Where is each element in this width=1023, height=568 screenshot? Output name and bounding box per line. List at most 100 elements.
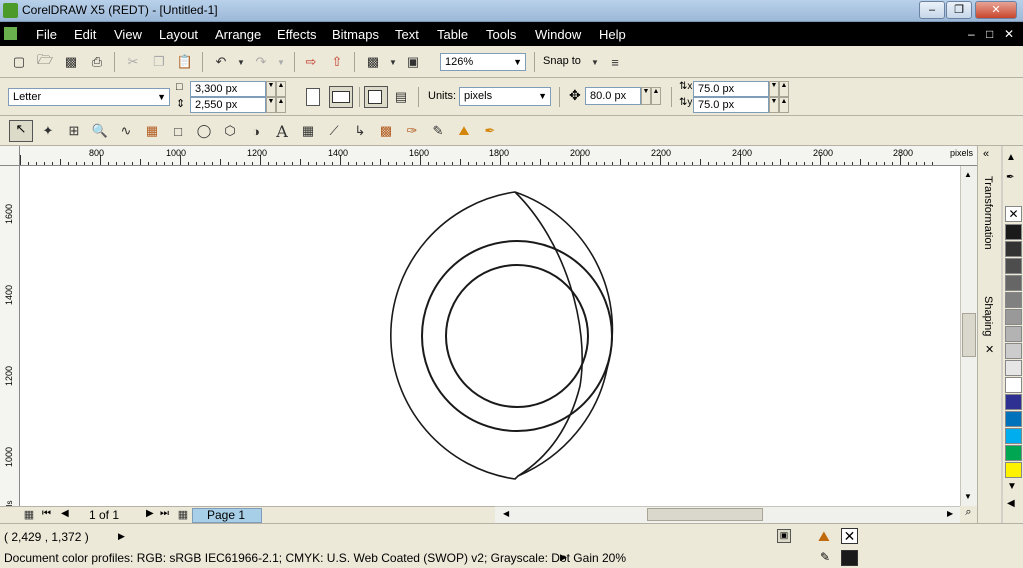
- height-spin-up[interactable]: ▲: [276, 97, 286, 113]
- palette-swatch[interactable]: [1005, 241, 1022, 257]
- nudge-spin-down[interactable]: ▼: [641, 87, 651, 105]
- nudge-distance-input[interactable]: 80.0 px: [585, 87, 641, 105]
- welcome-screen-icon[interactable]: ▣: [404, 53, 422, 71]
- crescent-inner-curve[interactable]: [514, 191, 583, 477]
- palette-scroll-down-icon[interactable]: ▼: [1007, 481, 1017, 492]
- tab-transformation[interactable]: Transformation: [982, 176, 994, 250]
- redo-icon[interactable]: ↷: [252, 53, 270, 71]
- palette-swatch[interactable]: [1005, 309, 1022, 325]
- vertical-ruler[interactable]: 1600 1400 1200 1000 pixels: [0, 166, 20, 521]
- units-select[interactable]: pixels ▼: [459, 87, 551, 106]
- freehand-tool-icon[interactable]: ∿: [117, 122, 135, 140]
- menu-table[interactable]: Table: [437, 27, 468, 42]
- export-icon[interactable]: ⇧: [328, 53, 346, 71]
- menu-window[interactable]: Window: [535, 27, 581, 42]
- cut-icon[interactable]: ✂: [124, 53, 142, 71]
- snap-dropdown-icon[interactable]: ▼: [586, 53, 604, 71]
- current-page-icon[interactable]: ▤: [392, 88, 410, 106]
- palette-swatch[interactable]: [1005, 224, 1022, 240]
- outline-pen-tool-icon[interactable]: ✎: [429, 122, 447, 140]
- close-docker-icon[interactable]: ✕: [985, 343, 994, 356]
- pick-tool-icon[interactable]: ↖: [9, 120, 33, 142]
- scroll-up-icon[interactable]: ▲: [964, 170, 972, 179]
- menu-text[interactable]: Text: [395, 27, 419, 42]
- outer-crescent-shape[interactable]: [390, 191, 614, 480]
- redo-dropdown-icon[interactable]: ▼: [272, 53, 290, 71]
- launcher-dropdown-icon[interactable]: ▼: [384, 53, 402, 71]
- ruler-origin-corner[interactable]: [0, 146, 20, 166]
- duplicate-distance-x-input[interactable]: 75.0 px: [693, 81, 769, 97]
- dimension-tool-icon[interactable]: ⟋: [325, 122, 343, 140]
- color-proofing-icon[interactable]: ▣: [777, 529, 791, 543]
- menu-help[interactable]: Help: [599, 27, 626, 42]
- profile-expand-icon[interactable]: ▶: [560, 552, 567, 563]
- fill-color-swatch[interactable]: ✕: [841, 528, 858, 544]
- palette-expand-icon[interactable]: ◀: [1007, 498, 1015, 509]
- scroll-right-icon[interactable]: ▶: [947, 509, 953, 518]
- menu-view[interactable]: View: [114, 27, 142, 42]
- scroll-left-icon[interactable]: ◀: [503, 509, 509, 518]
- tab-shaping[interactable]: Shaping: [982, 296, 994, 336]
- all-pages-button[interactable]: [364, 86, 388, 108]
- ellipse-tool-icon[interactable]: ◯: [195, 122, 213, 140]
- doc-restore-button[interactable]: □: [986, 27, 993, 41]
- menu-edit[interactable]: Edit: [74, 27, 96, 42]
- horizontal-scrollbar[interactable]: ◀ ▶: [495, 506, 960, 523]
- blend-tool-icon[interactable]: ▩: [377, 122, 395, 140]
- tab-page-1[interactable]: Page 1: [192, 508, 262, 523]
- previous-page-icon[interactable]: ◀: [61, 508, 69, 519]
- shape-tool-icon[interactable]: ✦: [39, 122, 57, 140]
- doc-close-button[interactable]: ✕: [1004, 27, 1014, 41]
- open-icon[interactable]: 🗁: [36, 52, 54, 71]
- height-spin-down[interactable]: ▼: [266, 97, 276, 113]
- new-document-icon[interactable]: ▢: [10, 53, 28, 71]
- crop-tool-icon[interactable]: ⊞: [65, 122, 83, 140]
- menu-bitmaps[interactable]: Bitmaps: [332, 27, 379, 42]
- scroll-down-icon[interactable]: ▼: [964, 492, 972, 501]
- copy-icon[interactable]: ❐: [150, 53, 168, 71]
- zoom-level-select[interactable]: 126% ▼: [440, 53, 526, 71]
- print-icon[interactable]: ⎙: [88, 53, 106, 71]
- palette-scroll-up-icon[interactable]: ▲: [1006, 152, 1016, 163]
- polygon-tool-icon[interactable]: ⬡: [221, 122, 239, 140]
- basic-shapes-tool-icon[interactable]: ◑: [247, 122, 265, 140]
- next-page-icon[interactable]: ▶: [146, 508, 154, 519]
- menu-effects[interactable]: Effects: [277, 27, 317, 42]
- restore-button[interactable]: ❐: [946, 1, 972, 19]
- document-icon[interactable]: [4, 27, 17, 40]
- duplicate-distance-y-input[interactable]: 75.0 px: [693, 97, 769, 113]
- import-icon[interactable]: ⇨: [302, 53, 320, 71]
- eyedropper-tool-icon[interactable]: ✑: [403, 122, 421, 140]
- snap-to-button[interactable]: Snap to: [543, 55, 581, 67]
- paste-icon[interactable]: 📋: [176, 53, 194, 71]
- dup-y-spin-up[interactable]: ▲: [779, 97, 789, 113]
- menu-arrange[interactable]: Arrange: [215, 27, 261, 42]
- add-page-after-icon[interactable]: ▦: [176, 507, 190, 521]
- middle-circle-shape[interactable]: [421, 240, 613, 432]
- dup-x-spin-down[interactable]: ▼: [769, 81, 779, 97]
- close-button[interactable]: ✕: [975, 1, 1017, 19]
- palette-swatch[interactable]: [1005, 462, 1022, 478]
- palette-swatch[interactable]: [1005, 445, 1022, 461]
- menu-tools[interactable]: Tools: [486, 27, 516, 42]
- add-page-before-icon[interactable]: ▦: [22, 507, 36, 521]
- horizontal-scroll-thumb[interactable]: [647, 508, 763, 521]
- inner-circle-shape[interactable]: [445, 264, 589, 408]
- application-launcher-icon[interactable]: ▩: [364, 53, 382, 71]
- page-height-input[interactable]: 2,550 px: [190, 97, 266, 113]
- width-spin-up[interactable]: ▲: [276, 81, 286, 97]
- width-spin-down[interactable]: ▼: [266, 81, 276, 97]
- connector-tool-icon[interactable]: ↳: [351, 122, 369, 140]
- palette-swatch[interactable]: [1005, 258, 1022, 274]
- text-tool-icon[interactable]: A: [273, 122, 291, 141]
- undo-icon[interactable]: ↶: [212, 53, 230, 71]
- interactive-fill-tool-icon[interactable]: ✒: [481, 122, 499, 140]
- palette-swatch[interactable]: [1005, 377, 1022, 393]
- menu-layout[interactable]: Layout: [159, 27, 198, 42]
- dup-x-spin-up[interactable]: ▲: [779, 81, 789, 97]
- last-page-icon[interactable]: ⏭: [160, 508, 169, 519]
- minimize-button[interactable]: –: [919, 1, 945, 19]
- first-page-icon[interactable]: ⏮: [42, 508, 51, 519]
- nudge-spin-up[interactable]: ▲: [651, 87, 661, 105]
- smart-fill-tool-icon[interactable]: ▦: [143, 122, 161, 140]
